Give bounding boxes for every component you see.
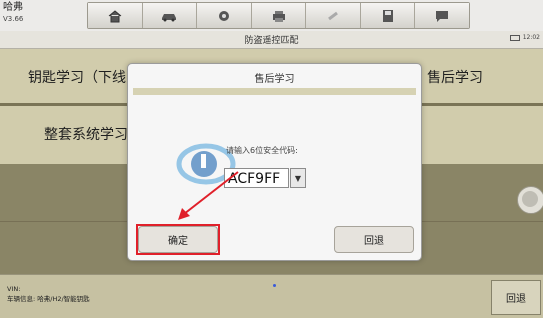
save-button[interactable] (360, 3, 416, 28)
highlight-box (136, 224, 220, 255)
toolbar (87, 2, 470, 29)
vehicle-button[interactable] (142, 3, 198, 28)
vehicle-info: VIN: 车辆信息: 哈弗/H2/智能钥匙 (7, 284, 90, 304)
print-button[interactable] (251, 3, 307, 28)
app-version: V3.66 (3, 15, 24, 23)
battery-icon (509, 34, 520, 41)
back-button[interactable]: 回退 (491, 280, 541, 315)
side-scroll-handle[interactable] (517, 186, 543, 214)
app-brand: 哈弗 V3.66 (3, 2, 23, 25)
vin-label: VIN: (7, 285, 21, 293)
annotation-arrow-icon (178, 171, 239, 220)
link-icon (328, 11, 338, 20)
after-sales-learning-button[interactable]: 售后学习 (427, 67, 483, 87)
chat-icon (436, 10, 449, 22)
key-learning-button[interactable]: 钥匙学习（下线 (28, 67, 126, 87)
page-indicator (273, 284, 276, 287)
print-icon (272, 10, 285, 22)
cancel-button[interactable]: 回退 (334, 226, 414, 253)
chevron-down-icon[interactable]: ▼ (290, 168, 306, 188)
chat-button[interactable] (415, 3, 470, 28)
save-icon (382, 9, 393, 22)
security-code-prompt: 请输入6位安全代码: (226, 146, 298, 155)
gear-icon (218, 10, 229, 21)
home-button[interactable] (88, 3, 143, 28)
clock: 12:02 (522, 34, 540, 41)
page-title: 防盗遥控匹配 (244, 36, 299, 46)
settings-button[interactable] (197, 3, 252, 28)
vehicle-info-text: 车辆信息: 哈弗/H2/智能钥匙 (7, 295, 90, 303)
link-button[interactable] (306, 3, 361, 28)
home-icon (108, 9, 122, 22)
dialog-title-bar (133, 88, 416, 95)
vehicle-icon (162, 13, 177, 21)
status-area: 12:02 (509, 34, 540, 41)
full-system-learning-button[interactable]: 整套系统学习 (44, 124, 128, 144)
dialog-title: 售后学习 (254, 74, 295, 85)
app-name: 哈弗 (3, 2, 23, 13)
after-sales-dialog: 售后学习 请输入6位安全代码: ACF9FF ▼ 确定 回退 (127, 63, 422, 261)
